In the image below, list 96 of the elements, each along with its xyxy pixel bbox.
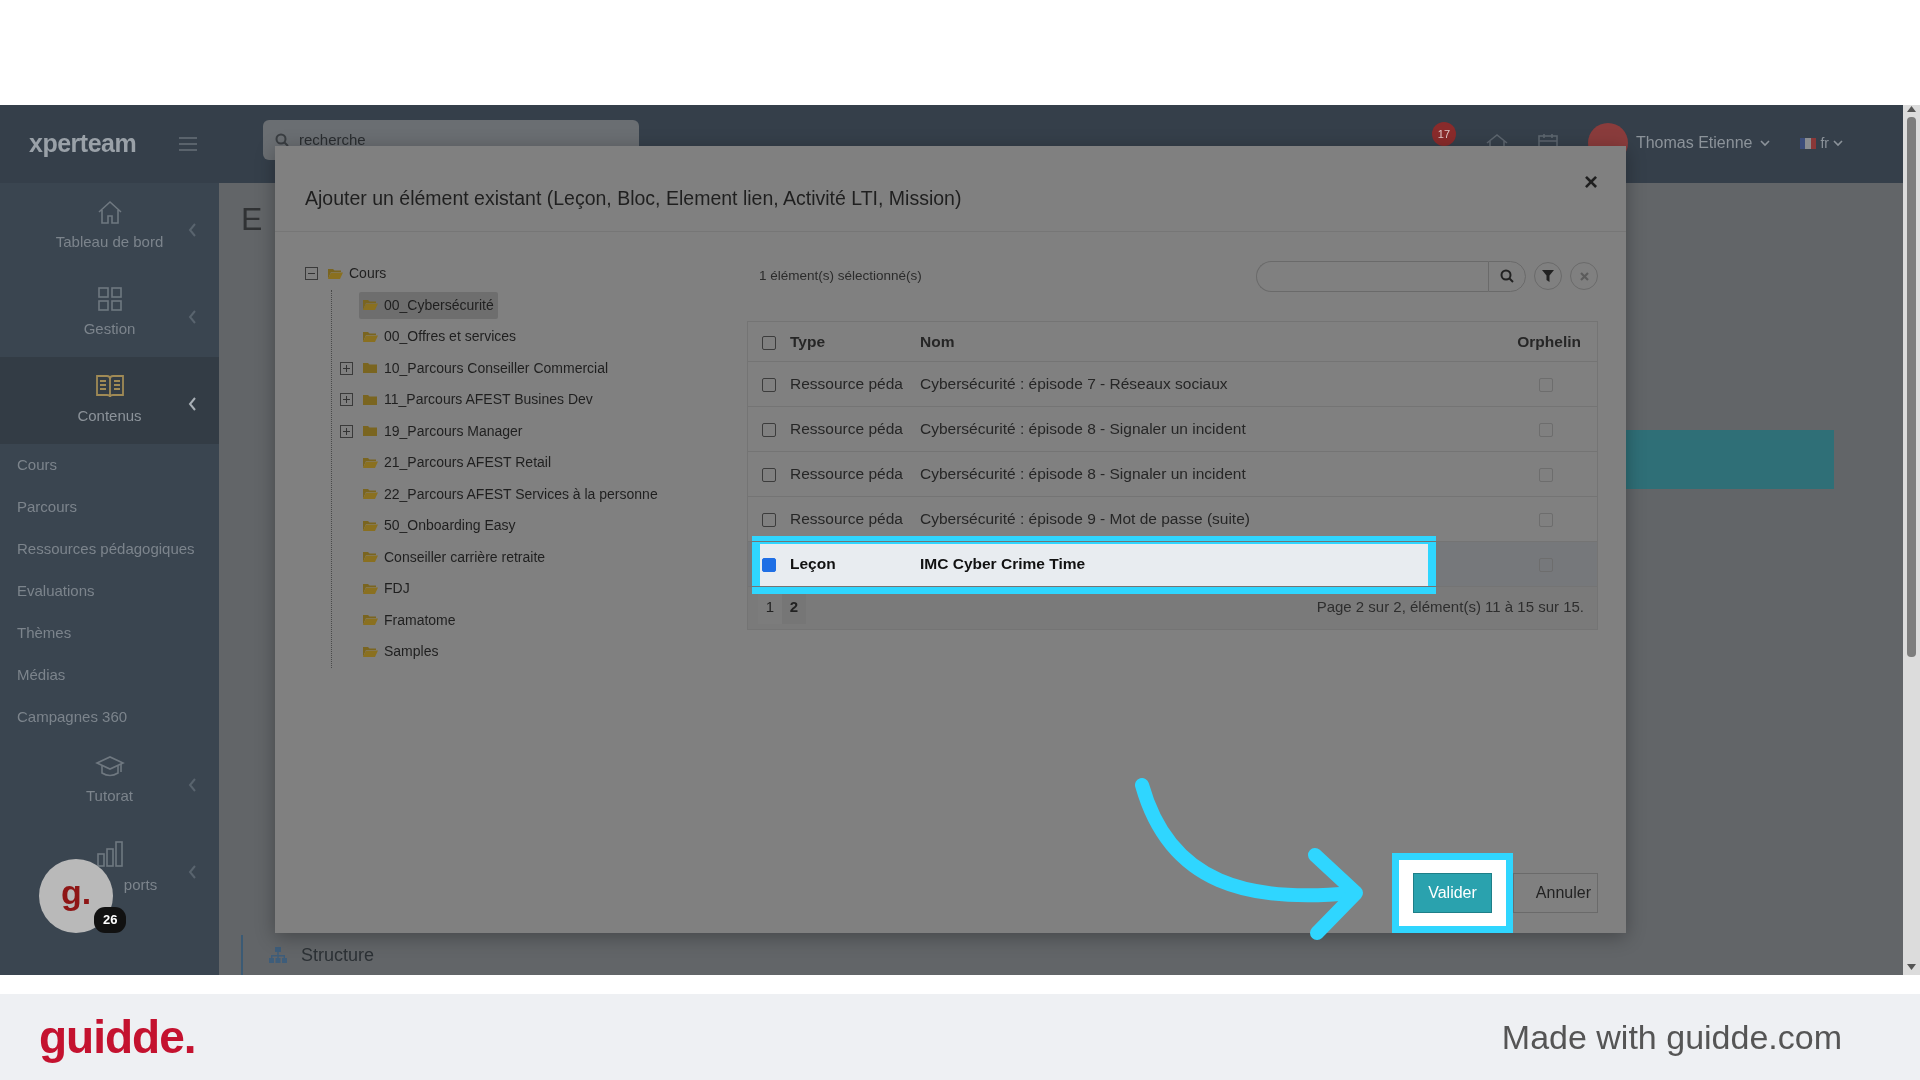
close-button[interactable]: × <box>1580 170 1602 194</box>
sidebar-link[interactable]: Thèmes <box>0 612 219 654</box>
scroll-up-icon[interactable] <box>1906 105 1917 113</box>
count-badge: 26 <box>94 907 127 933</box>
folder-icon <box>363 425 378 438</box>
folder-icon <box>363 299 378 312</box>
sidebar-link[interactable]: Médias <box>0 654 219 696</box>
language-selector[interactable]: fr <box>1820 132 1829 154</box>
filter-button[interactable] <box>1534 262 1562 290</box>
page-summary: Page 2 sur 2, élément(s) 11 à 15 sur 15. <box>1316 597 1584 618</box>
book-icon <box>94 373 125 400</box>
table-cell-text: Cybersécurité : épisode 9 - Mot de passe (suite) <box>920 508 1250 529</box>
checkbox[interactable] <box>762 335 776 350</box>
tree-item-label[interactable]: 00_Cybersécurité <box>384 294 494 316</box>
table-cell-text: Ressource péda <box>790 508 903 529</box>
folder-icon <box>363 488 378 501</box>
sidebar-link[interactable]: Cours <box>0 444 219 486</box>
clear-filter-button[interactable] <box>1570 262 1598 290</box>
column-header[interactable]: Type <box>790 329 826 353</box>
tree-item-label[interactable]: 22_Parcours AFEST Services à la personne <box>384 483 658 505</box>
checkbox[interactable] <box>762 512 776 527</box>
plus-icon <box>342 426 351 436</box>
checkbox[interactable] <box>762 467 776 482</box>
table-cell-text: Ressource péda <box>790 463 903 484</box>
folder-icon <box>363 362 378 375</box>
flag-icon <box>1800 137 1817 149</box>
caret-icon[interactable] <box>1833 139 1843 147</box>
close-icon <box>1579 271 1589 281</box>
notification-badge: 17 <box>1431 122 1456 146</box>
expand-toggle[interactable] <box>340 361 353 375</box>
sidebar-link[interactable]: Ressources pédagogiques <box>0 528 219 570</box>
folder-icon <box>363 551 378 564</box>
folder-icon <box>363 645 378 658</box>
table-cell-text: Ressource péda <box>790 373 903 394</box>
tree-item-label[interactable]: 10_Parcours Conseiller Commercial <box>384 357 609 379</box>
tree-item-label[interactable]: Cours <box>349 263 387 285</box>
selection-count: 1 élément(s) sélectionné(s) <box>759 266 922 285</box>
cancel-button[interactable]: Annuler <box>1513 873 1598 913</box>
sidebar-link[interactable]: Evaluations <box>0 570 219 612</box>
expand-toggle[interactable] <box>340 424 353 438</box>
validate-button[interactable]: Valider <box>1413 873 1492 913</box>
tree-item-label[interactable]: 19_Parcours Manager <box>384 420 523 442</box>
table-cell-text: Cybersécurité : épisode 7 - Réseaux sociaux <box>920 373 1228 394</box>
sidebar-item-label: ports <box>123 875 158 896</box>
tree-item-label[interactable]: Samples <box>384 641 439 663</box>
sidebar-link[interactable]: Campagnes 360 <box>0 696 219 738</box>
grid-icon <box>96 286 123 313</box>
table-cell-text: Cybersécurité : épisode 8 - Signaler un incident <box>920 463 1246 484</box>
collapse-toggle[interactable] <box>305 267 318 281</box>
search-input[interactable]: recherche <box>297 127 597 153</box>
sidebar-item-label: Tutorat <box>86 786 133 807</box>
folder-icon <box>363 582 378 595</box>
plus-icon <box>342 395 351 405</box>
table-cell-text: IMC Cyber Crime Time <box>920 553 1086 574</box>
folder-icon <box>328 267 343 280</box>
tree-item-label[interactable]: 21_Parcours AFEST Retail <box>384 452 552 474</box>
guidde-logo: guidde. <box>39 1009 196 1065</box>
credit-text: Made with guidde.com <box>1501 1016 1842 1058</box>
sidebar-link[interactable]: Parcours <box>0 486 219 528</box>
logo-text: xperteam <box>29 128 137 160</box>
user-name[interactable]: Thomas Etienne <box>1635 131 1753 155</box>
sitemap-icon <box>269 947 287 963</box>
folder-icon <box>363 330 378 343</box>
sidebar-item-label: Gestion <box>83 319 136 340</box>
tree-item-label[interactable]: 00_Offres et services <box>384 326 517 348</box>
scroll-down-icon[interactable] <box>1906 963 1917 971</box>
caret-icon[interactable] <box>1760 139 1771 147</box>
search-icon <box>275 133 289 147</box>
folder-icon <box>363 614 378 627</box>
column-header[interactable]: Orphelin <box>1517 332 1581 350</box>
checkbox[interactable] <box>762 422 776 437</box>
sidebar-item-label: Tableau de bord <box>55 232 164 253</box>
table-cell-text: Leçon <box>790 553 836 574</box>
tree-item-label[interactable]: Framatome <box>384 609 456 631</box>
checkbox[interactable] <box>762 377 776 392</box>
search-button[interactable] <box>1488 260 1526 292</box>
table-cell-text: Cybersécurité : épisode 8 - Signaler un incident <box>920 418 1246 439</box>
tree-item-label[interactable]: 11_Parcours AFEST Busines Dev <box>384 389 593 411</box>
expand-toggle[interactable] <box>340 393 353 407</box>
tree-item-label[interactable]: 50_Onboarding Easy <box>384 515 516 537</box>
search-icon <box>1500 269 1514 283</box>
folder-icon <box>363 393 378 406</box>
table-cell-text: Ressource péda <box>790 418 903 439</box>
tree-item-label[interactable]: Conseiller carrière retraite <box>384 546 546 568</box>
home-icon <box>96 199 123 226</box>
folder-icon <box>363 456 378 469</box>
folder-icon <box>363 519 378 532</box>
filter-icon <box>1542 270 1554 282</box>
bar-chart-icon <box>95 840 124 869</box>
modal-title: Ajouter un élément existant (Leçon, Bloc, Element lien, Activité LTI, Mission) <box>305 186 962 211</box>
tree-item-label[interactable]: FDJ <box>384 578 410 600</box>
menu-icon[interactable] <box>179 137 197 151</box>
column-header[interactable]: Nom <box>920 329 955 353</box>
scrollbar-thumb[interactable] <box>1907 117 1916 657</box>
plus-icon <box>342 363 351 373</box>
sidebar-item-label: Contenus <box>77 406 142 427</box>
